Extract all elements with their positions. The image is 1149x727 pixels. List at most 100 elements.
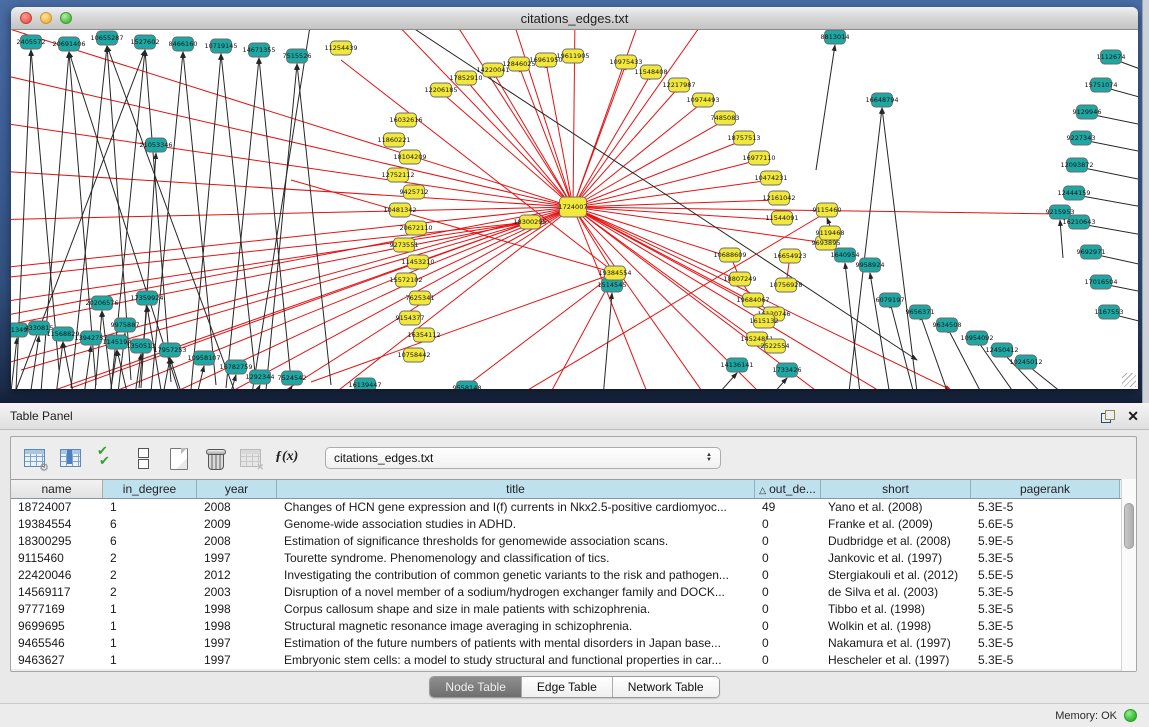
column-header-pagerank[interactable]: pagerank — [971, 480, 1120, 498]
graph-node-label: 11254439 — [324, 44, 357, 52]
graph-edge[interactable] — [135, 354, 141, 389]
graph-edge[interactable] — [441, 92, 573, 207]
table-cell: 1 — [103, 618, 197, 635]
graph-edge[interactable] — [573, 87, 679, 207]
graph-node-label: 12206185 — [424, 86, 457, 94]
tab-network-table[interactable]: Network Table — [613, 677, 719, 697]
graph-edge[interactable] — [573, 207, 711, 389]
graph-edge[interactable] — [573, 120, 725, 207]
tab-node-table[interactable]: Node Table — [430, 677, 522, 697]
network-canvas[interactable]: 2405572206914061065528715276028466160107… — [11, 30, 1138, 389]
graph-edge[interactable] — [827, 218, 830, 226]
tab-edge-table[interactable]: Edge Table — [522, 677, 613, 697]
table-row[interactable]: 911546021997Tourette syndrome. Phenomeno… — [11, 550, 1136, 567]
graph-edge[interactable] — [711, 373, 737, 389]
graph-node-label: 11544091 — [765, 214, 798, 222]
graph-node-label: 12450412 — [985, 346, 1018, 354]
graph-edge[interactable] — [461, 273, 615, 389]
graph-edge[interactable] — [266, 64, 297, 389]
function-builder-icon[interactable] — [275, 446, 299, 470]
graph-edge[interactable] — [226, 58, 259, 388]
table-cell: 9115460 — [11, 550, 103, 567]
graph-edge[interactable] — [251, 30, 311, 389]
table-cell: 2008 — [197, 499, 277, 516]
close-window-button[interactable] — [20, 12, 32, 24]
new-column-icon[interactable] — [167, 446, 191, 470]
graph-edge[interactable] — [197, 366, 204, 389]
column-header-name[interactable]: name — [11, 480, 103, 498]
graph-edge[interactable] — [11, 207, 573, 370]
graph-node-label: 1167553 — [1095, 308, 1124, 316]
table-cell: 5.3E-5 — [971, 550, 1120, 567]
resize-grip-icon[interactable] — [1122, 373, 1136, 387]
table-cell: 2 — [103, 567, 197, 584]
column-header-out_de[interactable]: △out_de... — [755, 480, 821, 498]
graph-node-label: 11453210 — [401, 258, 434, 266]
table-vertical-scrollbar[interactable] — [1121, 479, 1136, 671]
column-header-in_degree[interactable]: in_degree — [103, 480, 197, 498]
citation-network-graph[interactable]: 2405572206914061065528715276028466160107… — [11, 30, 1138, 389]
graph-edge[interactable] — [31, 336, 39, 389]
column-header-title[interactable]: title — [277, 480, 755, 498]
graph-edge[interactable] — [816, 45, 835, 170]
graph-edge[interactable] — [11, 222, 530, 280]
graph-edge[interactable] — [882, 108, 917, 389]
graph-edge[interactable] — [151, 52, 183, 389]
graph-node-label: 1292344 — [246, 373, 275, 381]
graph-edge[interactable] — [11, 207, 573, 220]
select-columns-icon[interactable] — [59, 446, 83, 470]
float-panel-icon[interactable] — [1101, 410, 1115, 423]
graph-edge[interactable] — [221, 54, 256, 382]
graph-node-label: 12217987 — [662, 81, 695, 89]
table-row[interactable]: 1456911722003Disruption of a novel membe… — [11, 584, 1136, 601]
minimize-window-button[interactable] — [40, 12, 52, 24]
graph-edge[interactable] — [845, 263, 861, 389]
graph-edge[interactable] — [466, 80, 573, 207]
column-header-year[interactable]: year — [197, 480, 277, 498]
graph-edge[interactable] — [11, 170, 573, 207]
delete-icon[interactable] — [203, 446, 227, 470]
delete-table-icon[interactable] — [239, 446, 263, 470]
rows-icon[interactable] — [131, 446, 155, 470]
network-view-window[interactable]: citations_edges.txt 24055722069140610655… — [11, 7, 1138, 389]
graph-edge[interactable] — [163, 358, 170, 389]
table-row[interactable]: 969969511998Structural magnetic resonanc… — [11, 618, 1136, 635]
graph-node-label: 9975887 — [111, 321, 140, 329]
table-cell: 2012 — [197, 567, 277, 584]
table-cell: 0 — [755, 601, 821, 618]
graph-edge[interactable] — [254, 385, 260, 389]
close-panel-icon[interactable]: ✕ — [1127, 409, 1139, 423]
table-row[interactable]: 977716911998Corpus callosum shape and si… — [11, 601, 1136, 618]
graph-node-label: 8813014 — [821, 33, 850, 41]
table-row[interactable]: 946362711997Embryonic stem cells: a mode… — [11, 652, 1136, 669]
column-header-short[interactable]: short — [821, 480, 971, 498]
graph-edge[interactable] — [183, 52, 216, 385]
graph-node-label: 16032616 — [389, 116, 422, 124]
graph-node-label: 10954092 — [960, 334, 993, 342]
table-mode-icon[interactable] — [23, 446, 47, 470]
graph-node-label: 7485083 — [711, 114, 740, 122]
graph-edge[interactable] — [170, 358, 181, 389]
zoom-window-button[interactable] — [60, 12, 72, 24]
table-cell: 9465546 — [11, 635, 103, 652]
graph-node-label: 20206576 — [85, 299, 118, 307]
table-row[interactable]: 1830029562008Estimation of significance … — [11, 533, 1136, 550]
window-titlebar[interactable]: citations_edges.txt — [11, 7, 1138, 30]
table-toolbar: citations_edges.txt ▲▼ — [11, 437, 1136, 479]
graph-edge[interactable] — [511, 212, 827, 389]
table-row[interactable]: 1938455462009Genome-wide association stu… — [11, 516, 1136, 533]
graph-edge[interactable] — [519, 66, 573, 207]
graph-node-label: 19384554 — [598, 269, 631, 277]
graph-edge[interactable] — [493, 72, 573, 207]
graph-edge[interactable] — [573, 180, 771, 207]
table-row[interactable]: 2242004622012Investigating the contribut… — [11, 567, 1136, 584]
graph-edge[interactable] — [297, 64, 331, 385]
table-selector-dropdown[interactable]: citations_edges.txt ▲▼ — [325, 447, 721, 469]
graph-node-label: 17957253 — [153, 346, 186, 354]
graph-edge[interactable] — [766, 378, 787, 389]
table-row[interactable]: 1872400712008Changes of HCN gene express… — [11, 499, 1136, 516]
table-cell: Franke et al. (2009) — [821, 516, 971, 533]
table-row[interactable]: 946554611997Estimation of the future num… — [11, 635, 1136, 652]
select-all-icon[interactable] — [95, 446, 119, 470]
scrollbar-thumb[interactable] — [1124, 503, 1134, 549]
